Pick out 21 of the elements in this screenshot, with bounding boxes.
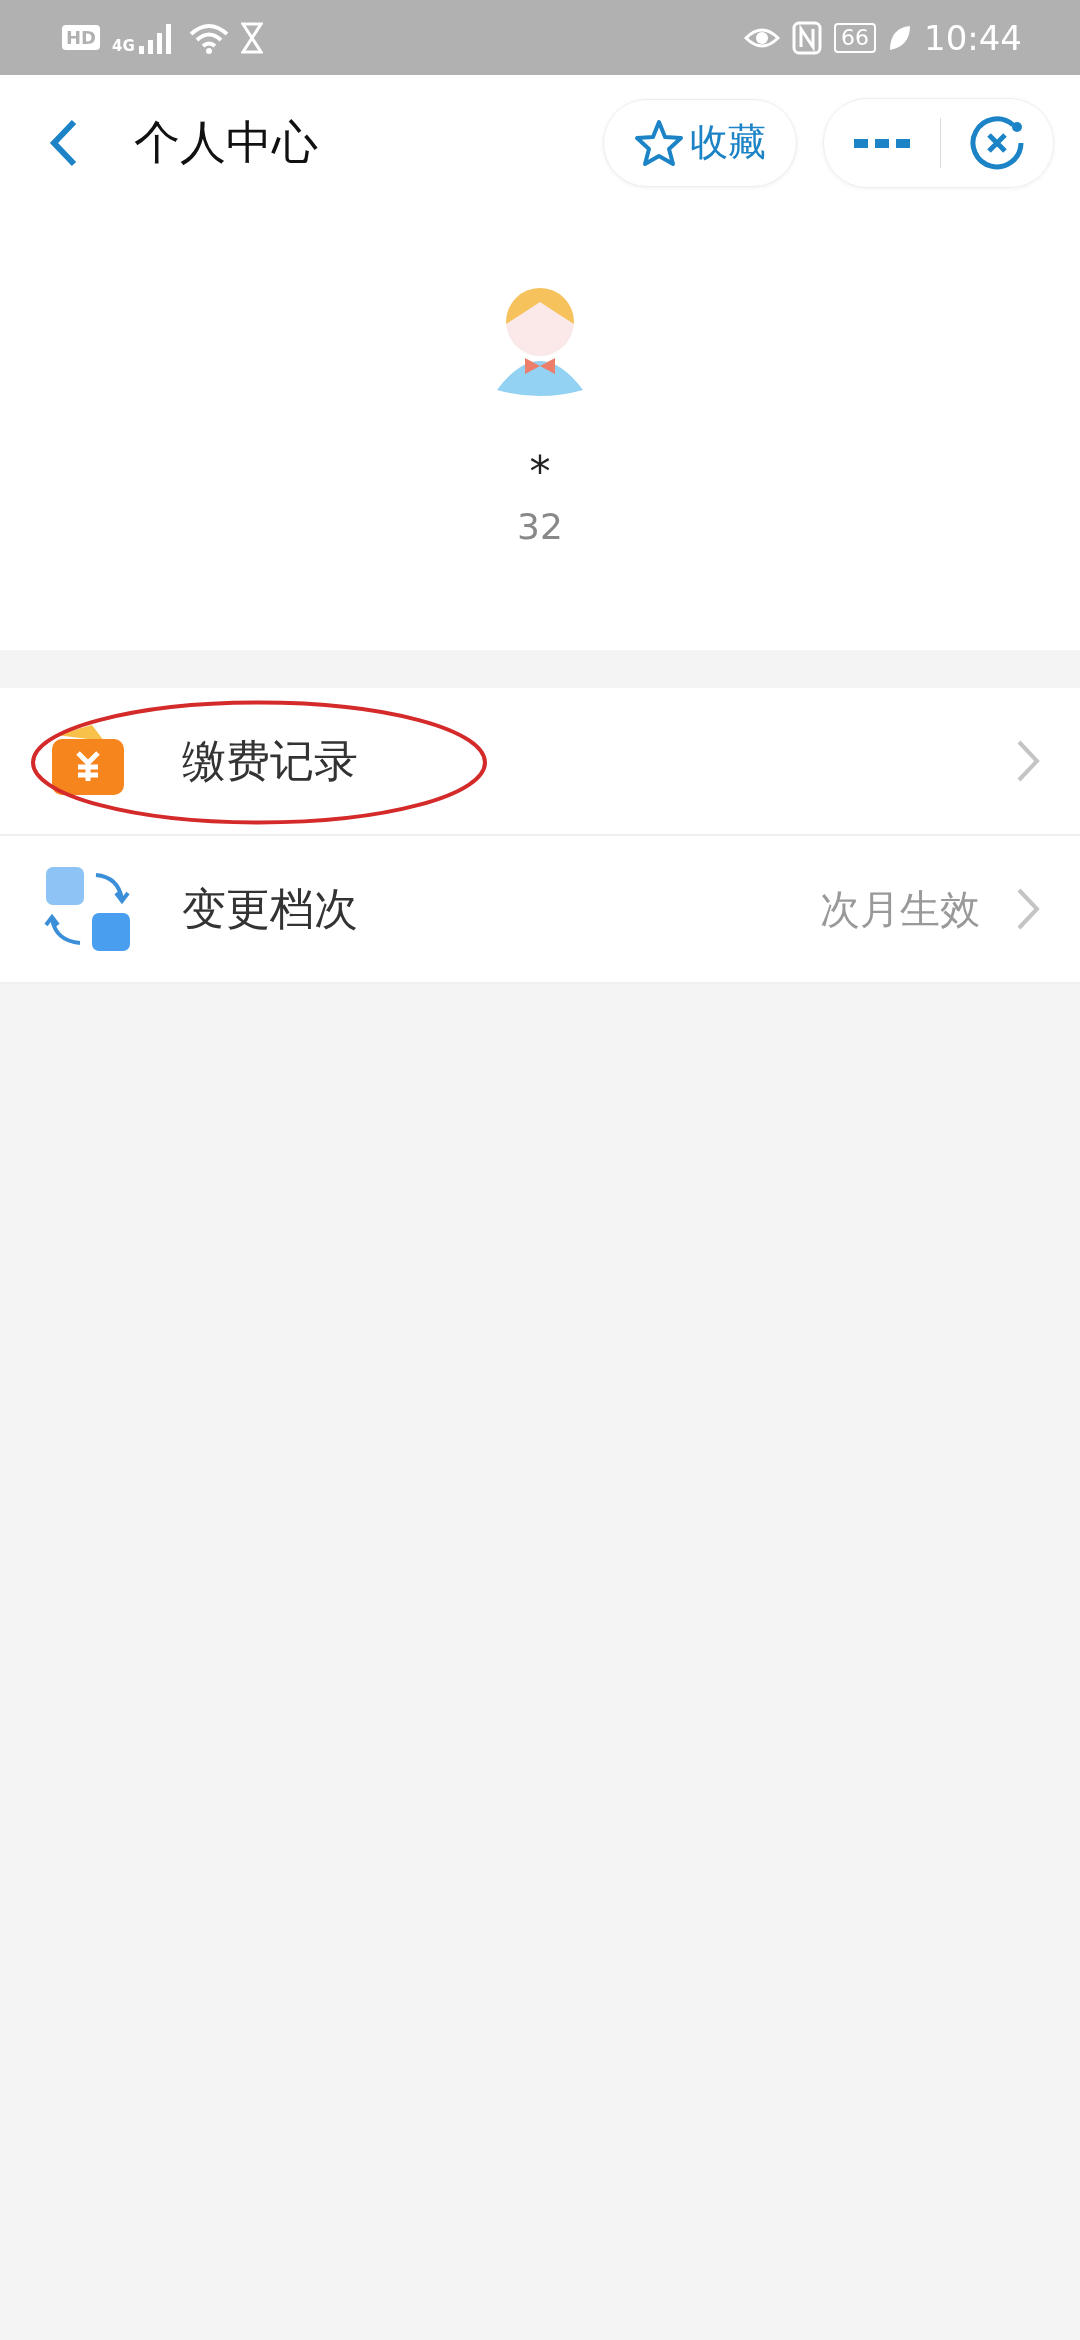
close-icon: [969, 114, 1025, 171]
favorite-button[interactable]: 收藏: [603, 98, 797, 187]
battery-level: 66: [834, 22, 876, 53]
chevron-icon: [1016, 887, 1040, 931]
star-icon: [634, 118, 684, 167]
nfc-icon: [792, 20, 822, 55]
network-type: 4G: [112, 36, 135, 55]
clock-time: 10:44: [924, 17, 1022, 58]
hourglass-icon: [240, 21, 263, 54]
menu-value: 次月生效: [820, 884, 980, 934]
user-name: *: [529, 447, 551, 496]
menu-item[interactable]: 变更档次 次月生效: [0, 836, 1080, 984]
wifi-icon: [188, 21, 229, 54]
menu-label: 变更档次: [182, 881, 359, 936]
user-id: 32: [517, 506, 563, 547]
chevron-icon: [1016, 739, 1040, 783]
leaf-icon: [888, 23, 912, 52]
hd-indicator: HD: [62, 25, 100, 50]
page-title: 个人中心: [134, 113, 319, 171]
menu-item[interactable]: 缴费记录: [0, 688, 1080, 836]
menu-label: 缴费记录: [182, 733, 359, 788]
